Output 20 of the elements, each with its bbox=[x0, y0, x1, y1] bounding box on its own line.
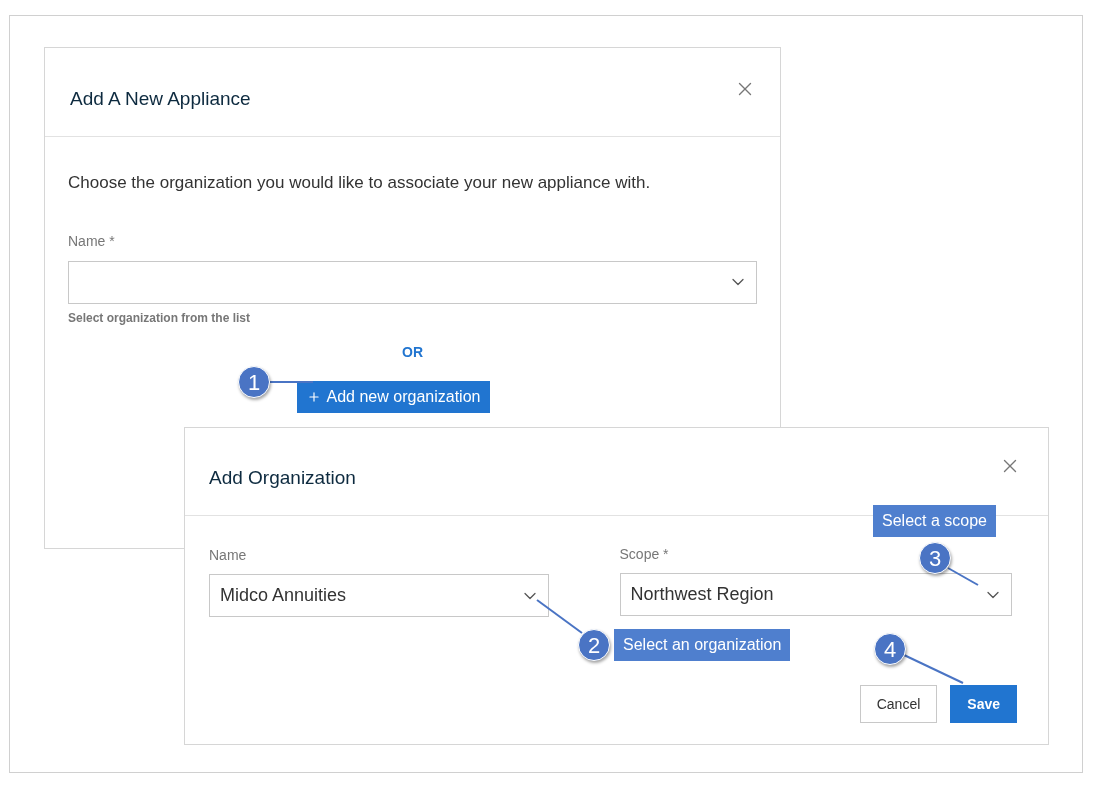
callout-label: Select an organization bbox=[614, 629, 791, 661]
intro-text: Choose the organization you would like to associate your new appliance with. bbox=[68, 172, 652, 194]
plus-icon bbox=[306, 389, 321, 404]
leader-line bbox=[903, 654, 964, 684]
field-label: Scope * bbox=[619, 545, 669, 564]
field-label: Name bbox=[209, 546, 247, 565]
select-field[interactable]: Northwest Region bbox=[619, 573, 1012, 616]
leader-line bbox=[947, 567, 979, 586]
dialog-title: Add A New Appliance bbox=[70, 86, 251, 111]
leader-line bbox=[269, 381, 314, 383]
field-hint: Select organization from the list bbox=[68, 309, 251, 327]
add-organization-button[interactable]: Add new organization bbox=[296, 380, 491, 413]
or-text: OR bbox=[402, 342, 423, 362]
select-field[interactable]: Midco Annuities bbox=[209, 574, 549, 617]
save-button[interactable]: Save bbox=[950, 685, 1017, 723]
field-label: Name * bbox=[68, 231, 115, 251]
dialog-title: Add Organization bbox=[209, 466, 356, 491]
leader-line bbox=[536, 599, 583, 634]
callout-label: Select a scope bbox=[873, 505, 996, 537]
cancel-button[interactable]: Cancel bbox=[859, 685, 938, 723]
